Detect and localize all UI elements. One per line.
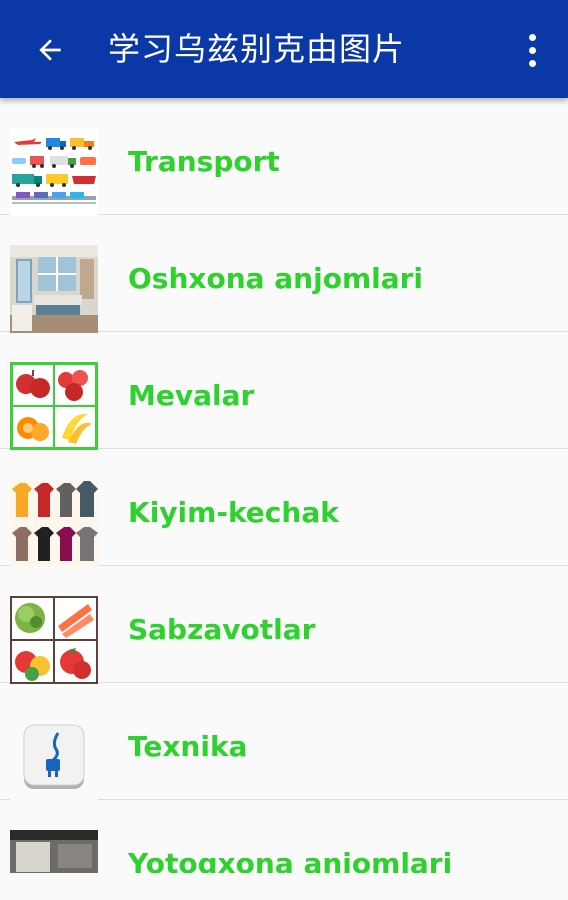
overflow-menu-button[interactable] <box>504 22 560 78</box>
arrow-back-icon <box>39 39 61 61</box>
transport-thumbnail <box>10 128 98 216</box>
list-item-bedroom[interactable]: Yotoqxona anjomlari <box>0 800 568 873</box>
list-item-label: Yotoqxona anjomlari <box>128 847 453 873</box>
list-item-fruits[interactable]: Mevalar <box>0 332 568 450</box>
list-item-label: Transport <box>128 145 280 178</box>
more-vert-icon-dot <box>528 59 536 67</box>
app-title: 学习乌兹别克由图片 <box>108 30 406 68</box>
list-item-transport[interactable]: Transport <box>0 98 568 216</box>
clothes-thumbnail <box>10 479 98 567</box>
plug-thumbnail <box>10 713 98 801</box>
app-bar: 学习乌兹别克由图片 <box>0 0 568 98</box>
list-item-label: Mevalar <box>128 379 255 412</box>
fruits-thumbnail <box>10 362 98 450</box>
bottom-spacer <box>0 873 568 900</box>
list-item-kitchen[interactable]: Oshxona anjomlari <box>0 215 568 333</box>
list-item-vegetables[interactable]: Sabzavotlar <box>0 566 568 684</box>
list-item-clothes[interactable]: Kiyim-kechak <box>0 449 568 567</box>
kitchen-thumbnail <box>10 245 98 333</box>
category-list: Transport Oshxona anjomlari Mevalar Kiyi… <box>0 98 568 873</box>
back-button[interactable] <box>22 22 78 78</box>
list-item-label: Oshxona anjomlari <box>128 262 424 295</box>
app-screen: 学习乌兹别克由图片 Transport Oshxona anjomlari Me… <box>0 0 568 900</box>
vegetables-thumbnail <box>10 596 98 684</box>
more-vert-icon-dot <box>528 46 536 54</box>
bedroom-thumbnail <box>10 830 98 873</box>
more-vert-icon <box>528 33 536 41</box>
list-item-technology[interactable]: Texnika <box>0 683 568 801</box>
list-item-label: Texnika <box>128 730 248 763</box>
list-item-label: Sabzavotlar <box>128 613 316 646</box>
list-item-label: Kiyim-kechak <box>128 496 339 529</box>
